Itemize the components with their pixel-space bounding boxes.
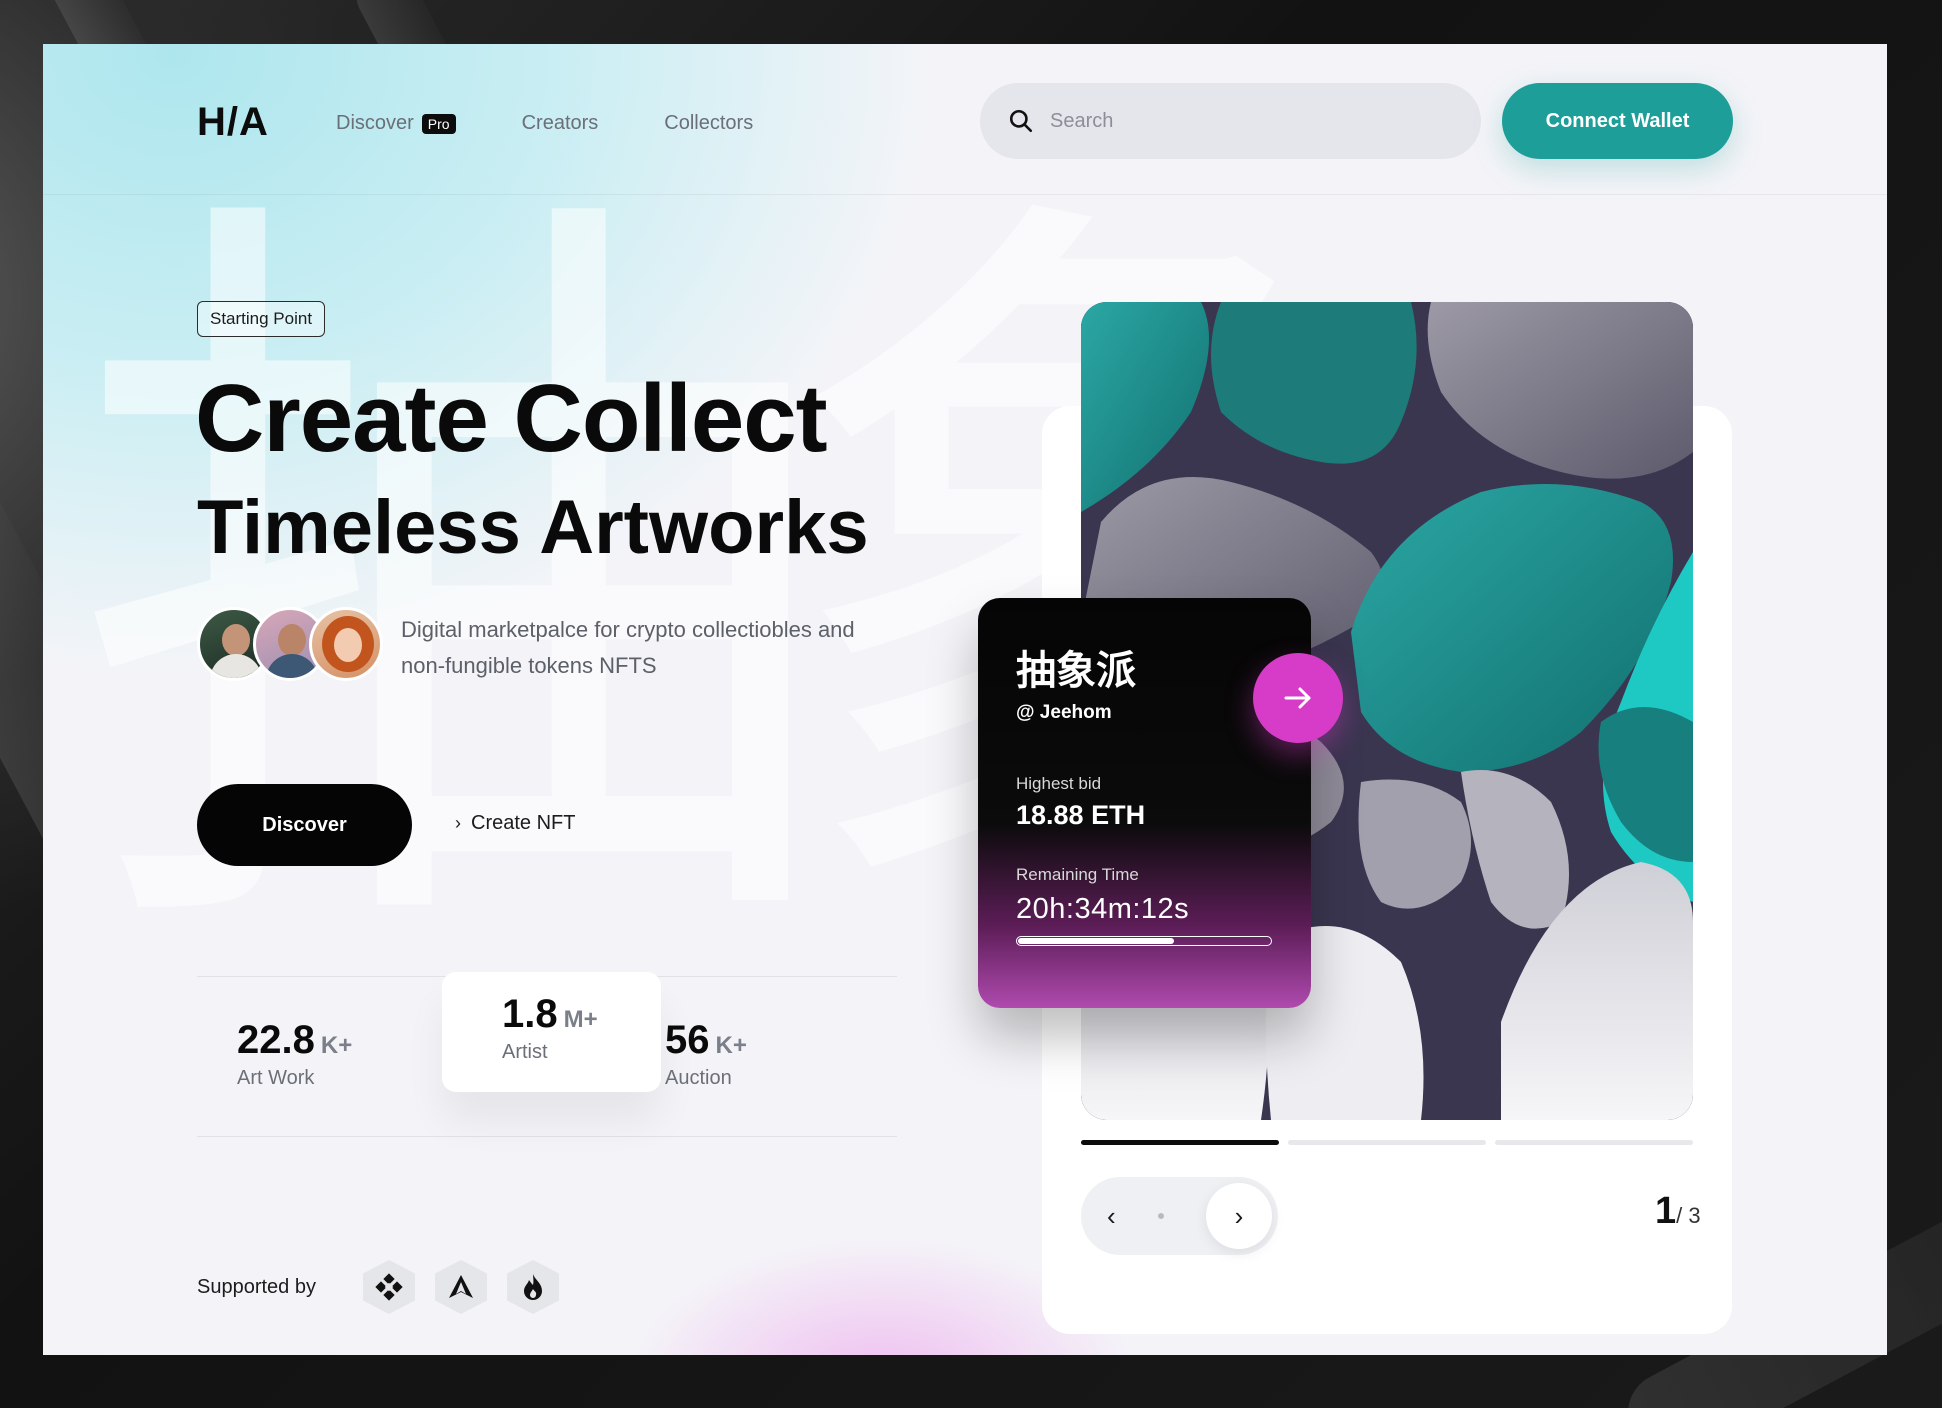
- header-divider: [43, 194, 1887, 195]
- highest-bid-value: 18.88 ETH: [1016, 800, 1146, 830]
- carousel-counter: 1/ 3: [1655, 1190, 1701, 1233]
- stat-label: Auction: [665, 1067, 732, 1089]
- stat-suffix: K+: [715, 1032, 747, 1059]
- hero-title-line2: Timeless Artworks: [197, 485, 869, 570]
- chevron-right-button[interactable]: ›: [1205, 1183, 1272, 1249]
- carousel-pager: ‹ ›: [1081, 1177, 1278, 1255]
- highest-bid-label: Highest bid: [1016, 774, 1102, 793]
- hero-description: Digital marketpalce for crypto collectio…: [401, 617, 855, 678]
- remaining-time-bar: [1016, 936, 1272, 946]
- supported-by-label: Supported by: [197, 1276, 316, 1298]
- stat-artist: 1.8 M+ Artist: [502, 992, 598, 1064]
- search-bar[interactable]: [980, 83, 1481, 159]
- main-nav: Discover Pro Creators Collectors: [336, 112, 753, 135]
- create-nft-label: Create NFT: [471, 812, 576, 834]
- pager-dot: [1157, 1213, 1164, 1219]
- remaining-time-label: Remaining Time: [1016, 865, 1139, 884]
- creator-avatars: [197, 607, 383, 681]
- total-slides: / 3: [1676, 1203, 1701, 1228]
- current-slide: 1: [1655, 1190, 1677, 1232]
- artist-handle[interactable]: @ Jeehom: [1016, 702, 1273, 724]
- stat-auction: 56 K+ Auction: [665, 1018, 747, 1090]
- stat-suffix: M+: [563, 1006, 598, 1033]
- nav-item-collectors[interactable]: Collectors: [664, 112, 753, 135]
- stat-artwork: 22.8 K+ Art Work: [237, 1018, 352, 1090]
- carousel-progress-segment[interactable]: [1495, 1140, 1693, 1145]
- connect-wallet-button[interactable]: Connect Wallet: [1502, 83, 1733, 159]
- arweave-icon[interactable]: [435, 1260, 487, 1314]
- chevron-left-icon[interactable]: ‹: [1107, 1201, 1116, 1232]
- flame-icon[interactable]: [507, 1260, 559, 1314]
- search-input[interactable]: [1050, 109, 1450, 133]
- stats-divider: [197, 1136, 897, 1137]
- pro-badge: Pro: [421, 113, 456, 134]
- stat-value: 22.8: [237, 1018, 315, 1062]
- bid-arrow-button[interactable]: [1253, 653, 1343, 743]
- chevron-right-icon: ›: [455, 813, 461, 833]
- nav-item-discover[interactable]: Discover Pro: [336, 112, 456, 135]
- remaining-time-value: 20h:34m:12s: [1016, 893, 1190, 925]
- artwork-title: 抽象派: [1016, 647, 1136, 694]
- nav-label: Discover: [336, 112, 414, 134]
- logo[interactable]: H/A: [197, 100, 269, 145]
- starting-point-tag: Starting Point: [197, 301, 326, 337]
- arrow-right-icon: [1284, 687, 1311, 709]
- nav-item-creators[interactable]: Creators: [522, 112, 599, 135]
- create-nft-link[interactable]: › Create NFT: [455, 812, 575, 835]
- carousel-progress-segment[interactable]: [1288, 1140, 1486, 1145]
- search-icon: [1009, 109, 1033, 133]
- stat-suffix: K+: [320, 1032, 353, 1059]
- discover-button[interactable]: Discover: [197, 784, 412, 866]
- remaining-time-fill: [1018, 938, 1175, 944]
- landing-page: 抽象 H/A Discover Pro Creators Collectors …: [43, 44, 1887, 1355]
- stat-value: 56: [665, 1018, 710, 1062]
- stat-label: Art Work: [237, 1067, 315, 1089]
- sponsor-list: [363, 1260, 559, 1314]
- avatar[interactable]: [309, 607, 383, 681]
- binance-icon[interactable]: [363, 1260, 415, 1314]
- hero-title-line1: Create Collect: [195, 365, 828, 472]
- stat-label: Artist: [502, 1041, 548, 1063]
- carousel-progress-segment[interactable]: [1081, 1140, 1279, 1145]
- stat-value: 1.8: [502, 992, 558, 1036]
- bid-card[interactable]: 抽象派 @ Jeehom Highest bid 18.88 ETH Remai…: [978, 598, 1311, 1008]
